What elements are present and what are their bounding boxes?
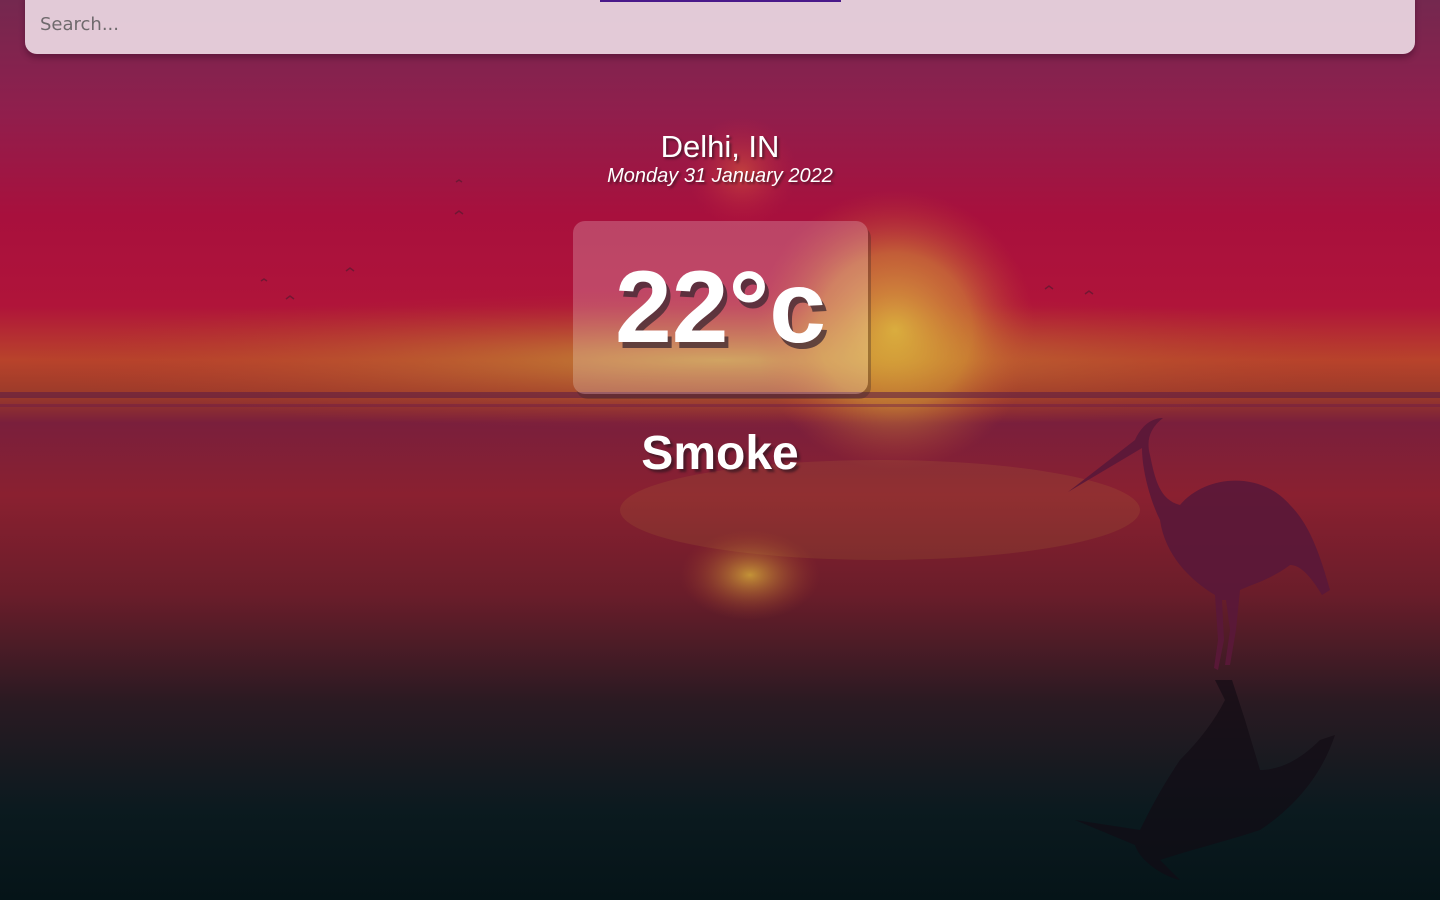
- search-input[interactable]: [25, 0, 1415, 54]
- search-bar: [25, 0, 1415, 54]
- location-name: Delhi, IN: [660, 129, 780, 164]
- current-date: Monday 31 January 2022: [607, 165, 833, 187]
- weather-condition: Smoke: [641, 427, 799, 480]
- location-box: Delhi, IN Monday 31 January 2022: [0, 128, 1440, 188]
- temperature-value: 22°c: [615, 250, 826, 364]
- temperature-card: 22°c: [573, 221, 868, 394]
